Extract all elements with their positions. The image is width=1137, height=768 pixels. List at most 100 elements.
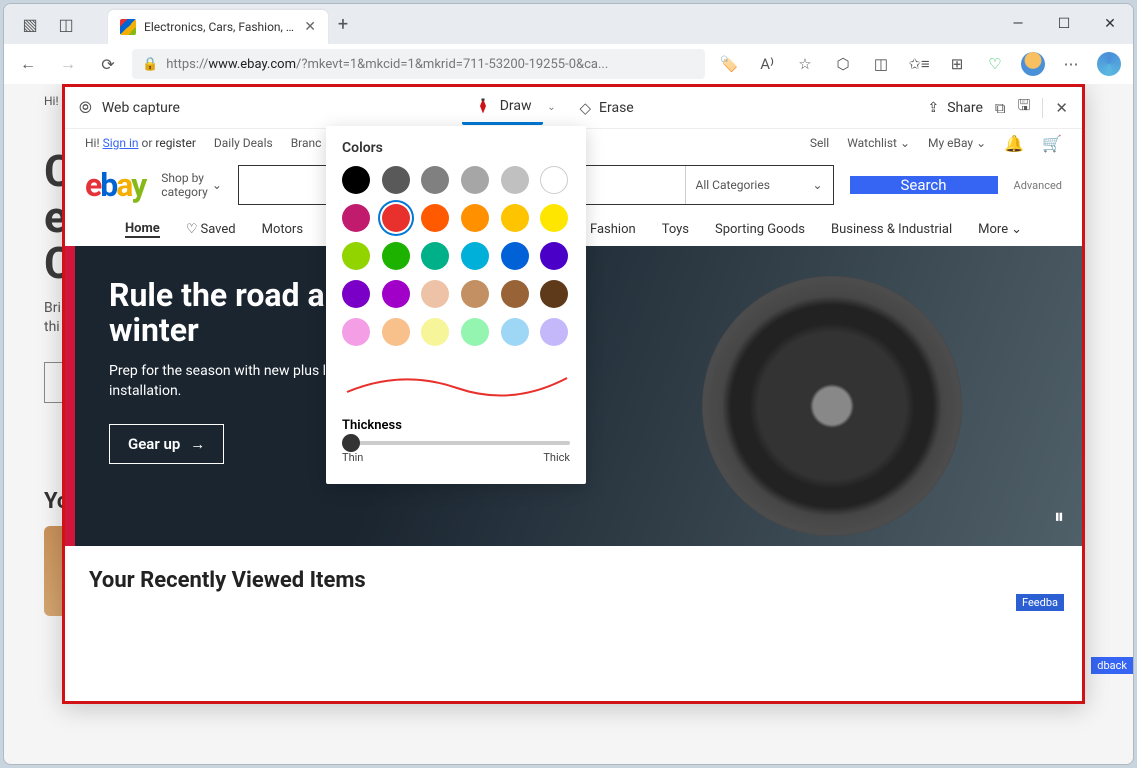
daily-deals-link[interactable]: Daily Deals	[214, 136, 273, 150]
color-swatch[interactable]	[421, 242, 449, 270]
favorite-icon[interactable]: ☆	[789, 48, 821, 80]
color-swatch[interactable]	[501, 280, 529, 308]
close-window-button[interactable]: ✕	[1087, 4, 1133, 44]
nav-motors[interactable]: Motors	[262, 221, 303, 238]
share-button[interactable]: ⇪ Share	[928, 91, 983, 125]
recent-heading: Your Recently Viewed Items	[65, 546, 1082, 615]
sell-link[interactable]: Sell	[810, 136, 829, 150]
favorites-bar-icon[interactable]: ✩≡	[903, 48, 935, 80]
color-swatch[interactable]	[342, 242, 370, 270]
titlebar: ▧ ◫ Electronics, Cars, Fashion, Collect …	[4, 4, 1133, 44]
color-swatch[interactable]	[421, 280, 449, 308]
url-field[interactable]: 🔒 https:// www.ebay.com /?mkevt=1&mkcid=…	[132, 49, 705, 79]
color-swatch[interactable]	[382, 280, 410, 308]
nav-fashion[interactable]: Fashion	[590, 221, 636, 238]
page-content: Hi! C e C Bri thi Yc dback ⦾ Web capture…	[4, 84, 1133, 764]
toolbar-icons: 🏷️ A⁾ ☆ ⬡ ◫ ✩≡ ⊞ ♡ ⋯	[713, 48, 1125, 80]
color-swatch[interactable]	[461, 204, 489, 232]
profile-avatar[interactable]	[1017, 48, 1049, 80]
color-swatch[interactable]	[540, 242, 568, 270]
color-swatch[interactable]	[342, 204, 370, 232]
color-swatch[interactable]	[342, 280, 370, 308]
erase-button[interactable]: ◇ Erase	[567, 91, 645, 125]
color-swatch[interactable]	[382, 166, 410, 194]
color-swatch[interactable]	[382, 318, 410, 346]
draw-dropdown-icon[interactable]: ⌄	[539, 102, 563, 113]
color-swatches	[342, 166, 570, 346]
forward-button[interactable]: →	[52, 48, 84, 80]
minimize-button[interactable]: —	[995, 4, 1041, 44]
back-button[interactable]: ←	[12, 48, 44, 80]
watchlist-dropdown[interactable]: Watchlist ⌄	[847, 136, 910, 150]
color-swatch[interactable]	[342, 318, 370, 346]
draw-color-panel: Colors Thickness Thin Thick	[326, 126, 586, 484]
color-swatch[interactable]	[501, 166, 529, 194]
feedback-button-bg[interactable]: dback	[1091, 657, 1133, 674]
shopping-tag-icon[interactable]: 🏷️	[713, 48, 745, 80]
color-swatch[interactable]	[540, 204, 568, 232]
pen-icon	[474, 97, 492, 115]
performance-icon[interactable]: ♡	[979, 48, 1011, 80]
color-swatch[interactable]	[342, 166, 370, 194]
nav-more[interactable]: More ⌄	[978, 221, 1022, 238]
nav-saved[interactable]: ♡ Saved	[186, 221, 236, 238]
color-swatch[interactable]	[501, 318, 529, 346]
tab-actions-icon[interactable]: ▧	[12, 6, 48, 42]
close-tab-icon[interactable]: ✕	[304, 19, 316, 35]
slider-labels: Thin Thick	[342, 451, 570, 464]
color-swatch[interactable]	[461, 280, 489, 308]
signin-link[interactable]: Sign in	[103, 136, 139, 150]
nav-toys[interactable]: Toys	[662, 221, 689, 238]
color-swatch[interactable]	[382, 204, 410, 232]
chevron-down-icon: ⌄	[976, 136, 986, 150]
close-capture-icon[interactable]: ✕	[1055, 99, 1068, 117]
save-icon[interactable]: 🖫	[1018, 95, 1031, 120]
color-swatch[interactable]	[540, 318, 568, 346]
color-swatch[interactable]	[421, 318, 449, 346]
slider-thumb[interactable]	[342, 434, 360, 452]
category-select[interactable]: All Categories⌄	[685, 166, 833, 204]
read-aloud-icon[interactable]: A⁾	[751, 48, 783, 80]
refresh-button[interactable]: ⟳	[92, 48, 124, 80]
hero-cta-button[interactable]: Gear up→	[109, 424, 224, 464]
thickness-slider[interactable]	[342, 441, 570, 445]
new-tab-button[interactable]: +	[328, 14, 358, 35]
window-controls: — ☐ ✕	[995, 4, 1133, 44]
split-icon[interactable]: ◫	[865, 48, 897, 80]
nav-sporting[interactable]: Sporting Goods	[715, 221, 805, 238]
color-swatch[interactable]	[421, 204, 449, 232]
draw-button[interactable]: Draw	[462, 91, 544, 125]
myebay-dropdown[interactable]: My eBay ⌄	[928, 136, 986, 150]
feedback-button[interactable]: Feedba	[1016, 594, 1064, 611]
nav-home[interactable]: Home	[125, 221, 160, 238]
register-link[interactable]: register	[155, 136, 196, 150]
color-swatch[interactable]	[461, 242, 489, 270]
collections-icon[interactable]: ⊞	[941, 48, 973, 80]
color-swatch[interactable]	[501, 204, 529, 232]
color-swatch[interactable]	[540, 166, 568, 194]
extensions-icon[interactable]: ⬡	[827, 48, 859, 80]
color-swatch[interactable]	[461, 166, 489, 194]
brand-link[interactable]: Branc	[291, 136, 322, 150]
color-swatch[interactable]	[382, 242, 410, 270]
color-swatch[interactable]	[461, 318, 489, 346]
color-swatch[interactable]	[421, 166, 449, 194]
nav-business[interactable]: Business & Industrial	[831, 221, 952, 238]
maximize-button[interactable]: ☐	[1041, 4, 1087, 44]
workspaces-icon[interactable]: ◫	[48, 6, 84, 42]
copilot-icon[interactable]	[1093, 48, 1125, 80]
browser-tab[interactable]: Electronics, Cars, Fashion, Collect ✕	[108, 10, 328, 44]
shop-by-category[interactable]: Shop by category⌄	[161, 171, 222, 200]
bell-icon[interactable]: 🔔	[1004, 134, 1024, 153]
thickness-label: Thickness	[342, 418, 570, 433]
pause-icon[interactable]: ⏸	[1054, 504, 1064, 528]
color-swatch[interactable]	[501, 242, 529, 270]
search-button[interactable]: Search	[850, 176, 998, 194]
color-swatch[interactable]	[540, 280, 568, 308]
ebay-logo[interactable]: ebay	[85, 166, 145, 204]
camera-icon: ⦾	[79, 98, 92, 118]
copy-icon[interactable]: ⧉	[995, 99, 1006, 117]
advanced-link[interactable]: Advanced	[1014, 179, 1062, 192]
menu-icon[interactable]: ⋯	[1055, 48, 1087, 80]
cart-icon[interactable]: 🛒	[1042, 134, 1062, 153]
